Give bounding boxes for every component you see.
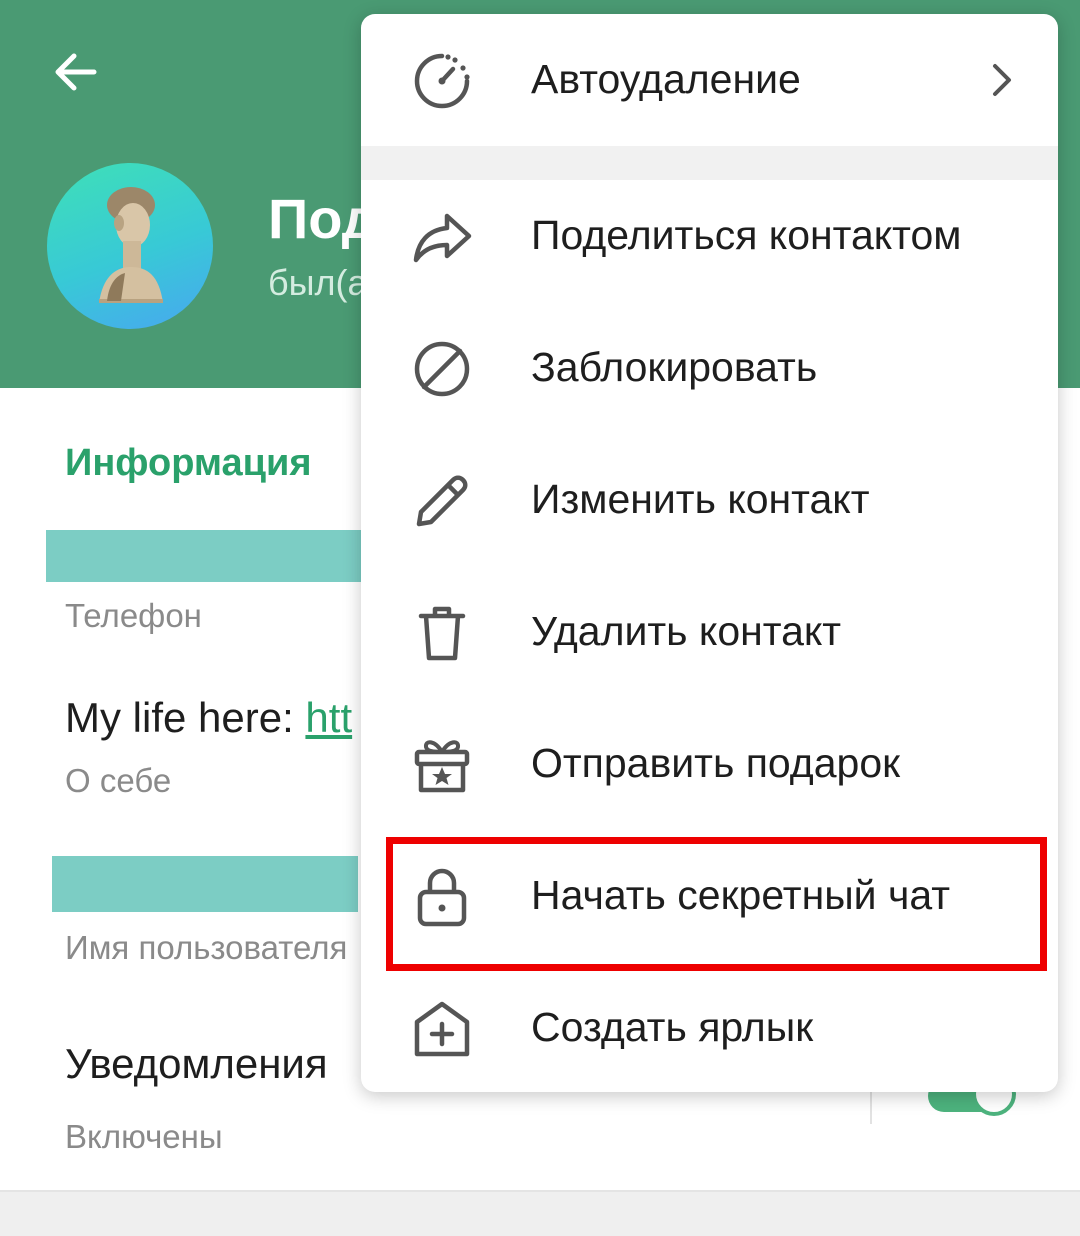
menu-item-delete-contact[interactable]: Удалить контакт	[361, 566, 1058, 698]
bio-text: My life here:	[65, 694, 306, 741]
bust-statue-image	[99, 187, 163, 303]
pencil-icon	[416, 475, 468, 527]
menu-item-label: Автоудаление	[531, 56, 801, 102]
add-shortcut-icon	[414, 1001, 470, 1057]
timer-icon	[414, 53, 470, 109]
section-separator	[0, 1190, 1080, 1236]
menu-item-edit-contact[interactable]: Изменить контакт	[361, 434, 1058, 566]
menu-item-auto-delete[interactable]: Автоудаление	[361, 14, 1058, 146]
menu-item-label: Удалить контакт	[531, 608, 842, 654]
menu-item-label: Создать ярлык	[531, 1004, 814, 1050]
menu-item-label: Отправить подарок	[531, 740, 901, 786]
menu-item-block[interactable]: Заблокировать	[361, 302, 1058, 434]
menu-item-label: Заблокировать	[531, 344, 818, 390]
menu-item-secret-chat[interactable]: Начать секретный чат	[361, 830, 1058, 962]
bio-value: My life here: htt	[65, 694, 352, 742]
block-icon	[414, 341, 470, 397]
gift-icon	[414, 740, 470, 793]
menu-item-label: Поделиться контактом	[531, 212, 962, 258]
bio-link[interactable]: htt	[305, 694, 352, 741]
share-icon	[413, 213, 472, 263]
menu-item-label: Изменить контакт	[531, 476, 870, 522]
profile-screen: Под был(а Информация Телефон My life her…	[0, 0, 1080, 1236]
chevron-right-icon	[993, 64, 1011, 96]
bio-label: О себе	[65, 762, 172, 799]
username-label: Имя пользователя	[65, 929, 348, 966]
phone-value-redacted[interactable]	[46, 530, 364, 582]
trash-icon	[418, 606, 466, 661]
back-arrow-icon	[55, 53, 97, 91]
info-section-title: Информация	[65, 442, 312, 484]
menu-item-share-contact[interactable]: Поделиться контактом	[361, 170, 1058, 302]
notifications-status: Включены	[65, 1118, 223, 1155]
notifications-title[interactable]: Уведомления	[65, 1040, 328, 1088]
last-seen-status: был(а	[268, 262, 368, 303]
username-value-redacted[interactable]	[52, 856, 358, 912]
overflow-menu: Автоудаление Поделиться контактом Заблок…	[361, 14, 1058, 1092]
menu-item-send-gift[interactable]: Отправить подарок	[361, 698, 1058, 830]
avatar[interactable]	[47, 163, 213, 329]
back-button[interactable]	[40, 36, 112, 108]
lock-icon	[417, 868, 467, 927]
menu-item-label: Начать секретный чат	[531, 872, 951, 918]
menu-item-create-shortcut[interactable]: Создать ярлык	[361, 962, 1058, 1092]
phone-label: Телефон	[65, 597, 202, 634]
